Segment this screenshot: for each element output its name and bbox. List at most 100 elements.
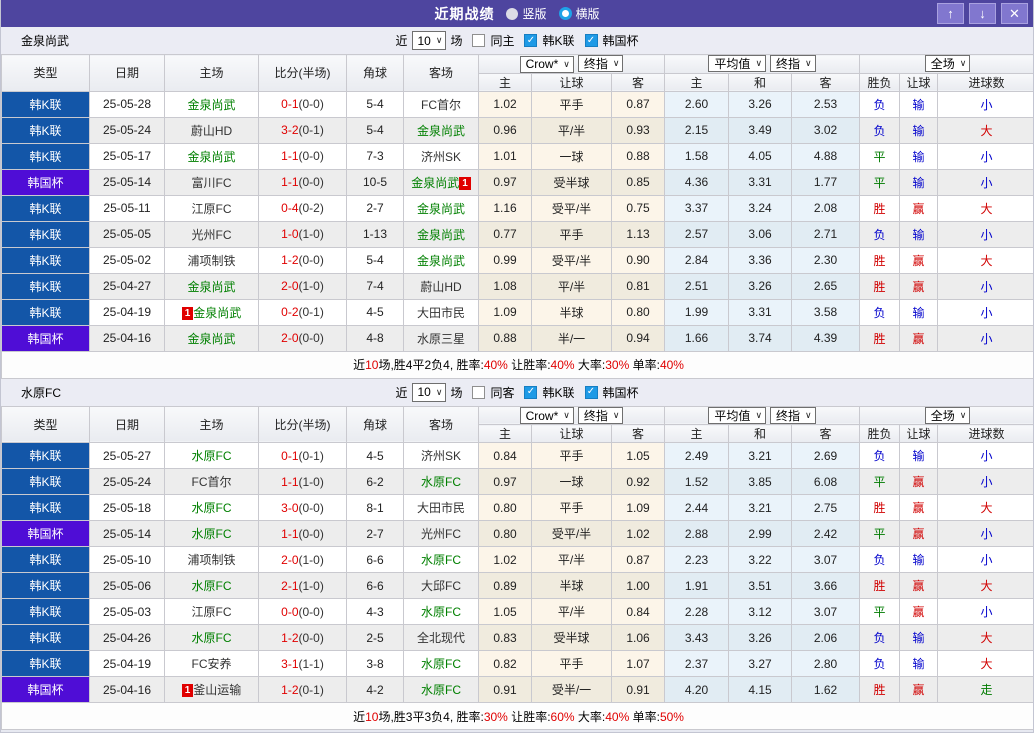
- close-button[interactable]: ✕: [1001, 3, 1028, 24]
- cell-date: 25-05-10: [89, 546, 165, 573]
- cell-away: 蔚山HD: [403, 272, 479, 300]
- bookmaker-select[interactable]: Crow* ∨: [519, 55, 574, 73]
- average-select-value: 平均值: [714, 408, 751, 423]
- col-home: 主场: [164, 54, 259, 92]
- average-select[interactable]: 平均值 ∨: [708, 55, 767, 73]
- same-venue-checkbox[interactable]: [472, 385, 486, 399]
- cell-corner: 5-4: [346, 90, 404, 118]
- cell-avg-draw: 2.99: [728, 520, 793, 547]
- col-type: 类型: [1, 405, 90, 443]
- summary-value: 40%: [659, 358, 684, 372]
- home-team-name: 富川FC: [191, 175, 232, 190]
- match-count-select-value: 10: [417, 385, 431, 399]
- cell-avg-home: 2.57: [664, 220, 730, 248]
- table-row: 韩K联 25-05-11 江原FC 0-4(0-2) 2-7 金泉尚武 1.16 受平/半 0.…: [1, 194, 1033, 222]
- cell-type: 韩国杯: [1, 676, 90, 703]
- cell-odds-handicap: 平手: [531, 90, 612, 118]
- final-index-select-2[interactable]: 终指 ∨: [770, 55, 816, 73]
- cell-odds-away: 0.91: [610, 676, 666, 703]
- cell-type: 韩K联: [1, 142, 90, 170]
- away-team-name: 水原FC: [421, 475, 461, 489]
- table-row: 韩K联 25-05-02 浦项制铁 1-2(0-0) 5-4 金泉尚武 0.99 受平/半 0.…: [1, 246, 1033, 274]
- table-row: 韩K联 25-05-24 蔚山HD 3-2(0-1) 5-4 金泉尚武 0.96 平/半 0.9…: [1, 116, 1033, 144]
- col-date: 日期: [89, 405, 165, 443]
- cell-odds-home: 0.80: [478, 494, 532, 521]
- move-up-button[interactable]: ↑: [937, 3, 964, 24]
- table-row: 韩K联 25-05-06 水原FC 2-1(1-0) 6-6 大邱FC 0.89 半球 1.00…: [1, 572, 1033, 599]
- horizontal-layout-label: 横版: [575, 7, 600, 21]
- cell-odds-away: 0.92: [610, 468, 666, 495]
- summary-value: 10: [365, 358, 379, 372]
- cell-avg-home: 3.37: [664, 194, 730, 222]
- summary-value: 30%: [605, 358, 630, 372]
- match-count-select[interactable]: 10 ∨: [411, 31, 447, 50]
- dropdown-arrow-icon: ∨: [959, 58, 967, 69]
- cell-result-outcome: 平: [859, 168, 901, 196]
- cell-result-handicap: 赢: [899, 598, 939, 625]
- match-scope-select[interactable]: 全场 ∨: [924, 406, 971, 424]
- col-avg-draw: 和: [728, 424, 793, 443]
- cell-score: 3-1(1-1): [258, 650, 347, 677]
- cell-result-handicap: 赢: [899, 572, 939, 599]
- cell-type: 韩K联: [1, 194, 90, 222]
- cell-type: 韩K联: [1, 494, 90, 521]
- cell-result-goals: 小: [937, 468, 1033, 495]
- cell-result-outcome: 负: [859, 116, 901, 144]
- full-time-score: 3-1: [281, 656, 299, 671]
- korea-cup-checkbox[interactable]: ✓: [584, 34, 598, 47]
- full-time-score: 1-2: [281, 630, 299, 645]
- cell-corner: 6-6: [346, 572, 404, 599]
- dropdown-arrow-icon: ∨: [435, 35, 443, 45]
- half-time-score: (1-0): [298, 474, 324, 489]
- cell-home: 金泉尚武: [164, 90, 259, 118]
- vertical-layout-radio[interactable]: 竖版: [506, 5, 547, 22]
- match-count-select[interactable]: 10 ∨: [411, 382, 447, 402]
- k-league-checkbox[interactable]: ✓: [524, 385, 538, 399]
- table-row: 韩K联 25-05-03 江原FC 0-0(0-0) 4-3 水原FC 1.05 平/半 0.8…: [1, 598, 1033, 625]
- table-row: 韩国杯 25-05-14 富川FC 1-1(0-0) 10-5 金泉尚武 1 0.97 受半球 0…: [1, 168, 1033, 196]
- col-odds-home: 主: [478, 72, 532, 92]
- summary-text: 大率:: [574, 358, 606, 372]
- full-time-score: 0-4: [281, 201, 299, 215]
- cell-avg-draw: 3.49: [728, 116, 793, 144]
- move-down-button[interactable]: ↓: [969, 3, 996, 24]
- away-team-name: 大田市民: [416, 501, 465, 515]
- recent-results-panel: 近期战绩 竖版 横版 ↑ ↓ ✕ 金泉尚武近 10 ∨ 场同主 ✓ 韩K联 ✓ 韩国杯 类型 日期…: [0, 0, 1034, 733]
- horizontal-layout-radio[interactable]: 横版: [558, 5, 600, 22]
- section-controls: 金泉尚武 近 10 ∨ 场 同主 ✓ 韩K联 ✓ 韩国杯: [1, 27, 1033, 54]
- dropdown-arrow-icon: ∨: [612, 58, 620, 68]
- bookmaker-select[interactable]: Crow* ∨: [519, 407, 574, 424]
- cell-date: 25-05-11: [89, 194, 165, 222]
- cell-avg-draw: 4.15: [728, 676, 793, 703]
- cell-avg-draw: 3.31: [728, 168, 793, 196]
- final-index-select[interactable]: 终指 ∨: [577, 406, 624, 424]
- k-league-checkbox[interactable]: ✓: [524, 34, 538, 47]
- cell-odds-handicap: 半球: [531, 572, 612, 599]
- final-index-select-2[interactable]: 终指 ∨: [770, 406, 816, 424]
- same-venue-checkbox[interactable]: [472, 34, 486, 47]
- cell-avg-away: 2.53: [791, 90, 861, 118]
- cell-result-handicap: 输: [899, 298, 939, 326]
- cell-away: 水原FC: [403, 650, 479, 677]
- cell-result-outcome: 胜: [859, 494, 901, 521]
- cell-result-outcome: 负: [859, 624, 901, 651]
- final-index-select[interactable]: 终指 ∨: [577, 55, 624, 72]
- col-avg-away: 客: [791, 72, 861, 92]
- dropdown-arrow-icon: ∨: [563, 410, 570, 420]
- cell-result-outcome: 负: [859, 90, 901, 118]
- cell-date: 25-05-05: [89, 220, 165, 248]
- match-scope-select[interactable]: 全场 ∨: [924, 55, 971, 73]
- cell-away: FC首尔: [403, 90, 479, 118]
- half-time-score: (0-0): [298, 97, 324, 111]
- away-team-name: FC首尔: [421, 97, 461, 112]
- korea-cup-checkbox[interactable]: ✓: [584, 385, 598, 399]
- average-select[interactable]: 平均值 ∨: [708, 406, 767, 424]
- cell-home: 水原FC: [164, 520, 259, 547]
- half-time-score: (0-1): [298, 123, 324, 137]
- cell-date: 25-04-26: [89, 624, 165, 651]
- away-team-name: 水原三星: [416, 331, 465, 346]
- col-away: 客场: [403, 54, 479, 92]
- cell-away: 水原FC: [403, 598, 479, 625]
- cell-avg-draw: 3.21: [728, 494, 793, 521]
- cell-home: FC首尔: [164, 468, 259, 495]
